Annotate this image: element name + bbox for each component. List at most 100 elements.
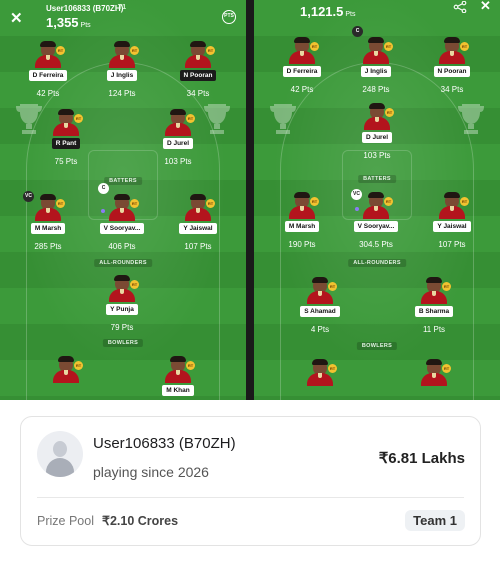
prize-pool-value: ₹2.10 Crores [102,514,179,528]
player-name: M Marsh [284,221,320,232]
player-name: D Ferreira [28,70,68,81]
player-card[interactable]: RT N Pooran 34 Pts [420,37,484,94]
player-points: 103 Pts [164,157,192,166]
total-points-value: 1,355 [46,15,79,30]
player-avatar: RT [51,356,83,383]
player-avatar: RT [183,194,215,221]
player-points: 34 Pts [440,85,464,94]
player-card[interactable]: RT [402,359,466,386]
player-avatar: RT [163,356,195,383]
trophy-watermark-icon [456,102,486,136]
player-name: D Jurel [361,132,393,143]
player-points: 285 Pts [34,242,62,251]
player-avatar: RT [163,109,195,136]
player-name: D Ferreira [282,66,322,77]
total-points: 1,121.5 Pts [300,4,356,19]
player-avatar: VC RT [351,189,393,219]
pts-icon[interactable]: PTS [222,10,236,24]
player-card[interactable]: RT Y Jaiswal 107 Pts [420,192,484,249]
player-card[interactable]: RT [34,356,98,383]
total-points-unit: Pts [80,22,91,29]
player-avatar: RT [419,277,451,304]
player-card[interactable]: RT J Inglis 124 Pts [90,41,154,98]
card-username: User106833 (B70ZH) [93,435,236,452]
player-points: 79 Pts [110,323,134,332]
captain-badge: C [352,26,363,37]
player-name: V Sooryav... [353,221,399,232]
player-avatar: RT [107,41,139,68]
left-team-pitch: ✕ User106833 (B70ZH) T1 1,355 Pts PTS RT … [0,0,246,400]
player-card[interactable]: RT N Pooran 34 Pts [166,41,230,98]
vice-captain-badge: VC [23,191,34,202]
player-card[interactable]: RT B Sharma 11 Pts [402,277,466,334]
player-card[interactable]: VC RT M Marsh 285 Pts [16,191,80,251]
player-avatar: RT [183,41,215,68]
fantasy-team-compare-screen: ✕ User106833 (B70ZH) T1 1,355 Pts PTS RT … [0,0,500,586]
player-points: 406 Pts [108,242,136,251]
player-points: 107 Pts [438,240,466,249]
section-label-allrounders: ALL-ROUNDERS [348,259,406,267]
playing-since-text: playing since 2026 [93,464,209,480]
player-points: 103 Pts [363,151,391,160]
player-card[interactable]: RT R Pant 75 Pts [34,109,98,166]
player-avatar: RT [51,109,83,136]
share-icon[interactable] [453,0,467,14]
player-card[interactable]: RT D Ferreira 42 Pts [270,37,334,94]
player-card[interactable]: RT M Marsh 190 Pts [270,192,334,249]
card-divider [37,497,464,498]
user-winnings-card[interactable]: User106833 (B70ZH) playing since 2026 ₹6… [20,416,481,546]
close-icon[interactable]: ✕ [480,0,491,12]
player-card[interactable]: RT [288,359,352,386]
total-points-value: 1,121.5 [300,4,344,19]
section-label-batters: BATTERS [104,177,142,185]
player-card[interactable]: RT S Ahamad 4 Pts [288,277,352,334]
player-points: 190 Pts [288,240,316,249]
player-name: Y Jaiswal [179,223,217,234]
player-avatar: RT [437,37,469,64]
player-points: 42 Pts [36,89,60,98]
trophy-watermark-icon [268,102,298,136]
player-card[interactable]: C RT V Sooryav... 406 Pts [90,183,154,251]
close-icon[interactable]: ✕ [10,9,23,27]
player-points: 304.5 Pts [359,240,393,249]
winnings-amount: ₹6.81 Lakhs [378,450,465,467]
player-avatar: RT [107,275,139,302]
total-points-unit: Pts [345,11,356,18]
team-badge: Team 1 [405,510,465,531]
player-name: D Jurel [162,138,194,149]
player-avatar: RT [287,37,319,64]
player-avatar: RT [305,277,337,304]
player-points: 4 Pts [310,325,330,334]
player-card[interactable]: RT M Khan [146,356,210,400]
player-card[interactable]: RT Y Jaiswal 107 Pts [166,194,230,251]
player-name: B Sharma [414,306,454,317]
section-label-bowlers: BOWLERS [356,342,398,350]
player-name: R Pant [51,138,81,149]
player-points: 34 Pts [186,89,210,98]
player-name: J Inglis [106,70,138,81]
player-card[interactable]: RT D Ferreira 42 Pts [16,41,80,98]
player-card[interactable]: RT D Jurel 103 Pts [345,103,409,160]
player-card[interactable]: VC RT V Sooryav... 304.5 Pts [344,189,408,249]
player-name: N Pooran [433,66,471,77]
team-owner-name: User106833 (B70ZH) [46,4,124,13]
player-points: 11 Pts [422,325,446,334]
player-avatar: C RT [98,183,139,221]
player-avatar: RT [287,192,319,219]
player-card[interactable]: RT D Jurel 103 Pts [146,109,210,166]
player-card[interactable]: C RT J Inglis 248 Pts [344,26,408,94]
player-avatar: VC RT [23,191,65,221]
player-avatar: RT [305,359,337,386]
section-label-allrounders: ALL-ROUNDERS [94,259,152,267]
player-card[interactable]: RT Y Punja 79 Pts [90,275,154,332]
player-name: S Ahamad [300,306,340,317]
player-name: N Pooran [179,70,217,81]
player-name: J Inglis [360,66,392,77]
section-label-bowlers: BOWLERS [102,339,144,347]
player-points: 75 Pts [54,157,78,166]
player-avatar: RT [419,359,451,386]
player-name: M Khan [162,385,194,396]
right-team-pitch: 1,121.5 Pts ✕ RT D Ferreira 42 Pts C RT J … [254,0,500,400]
player-points: 248 Pts [362,85,390,94]
vice-captain-badge: VC [351,189,362,200]
